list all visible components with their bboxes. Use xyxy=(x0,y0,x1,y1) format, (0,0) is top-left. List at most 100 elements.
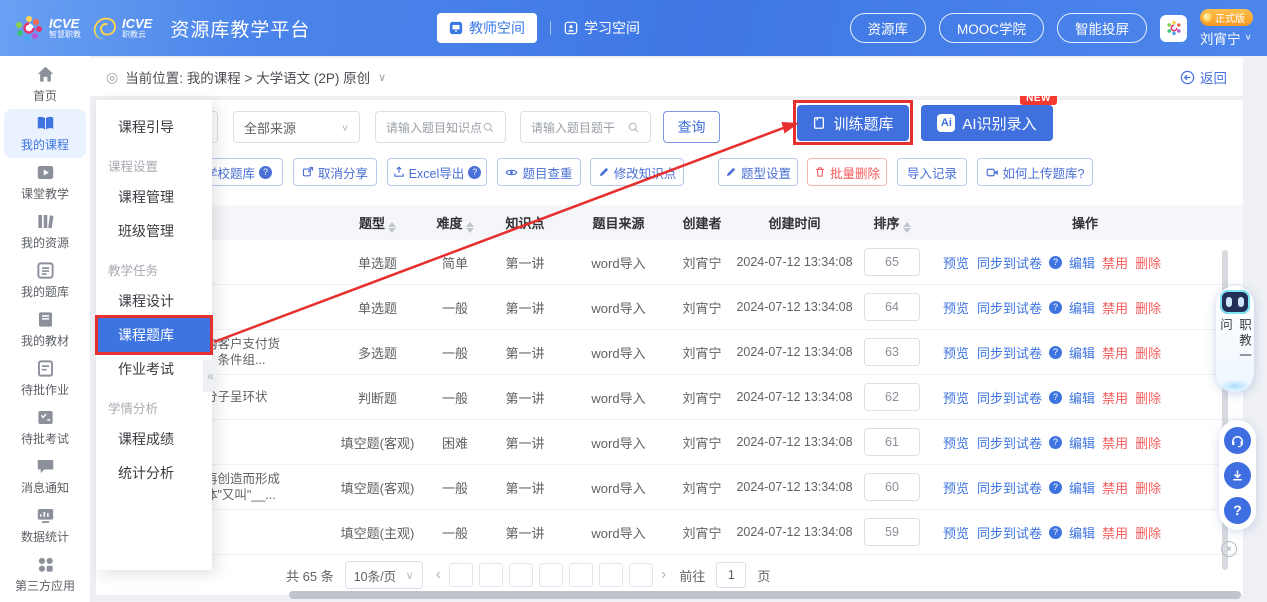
table-row[interactable]: 单选题 简单 第一讲 word导入 刘宵宁 2024-07-12 13:34:0… xyxy=(96,240,1243,285)
table-row[interactable]: 再创造而形成 体"又叫"__... 填空题(客观) 一般 第一讲 word导入 … xyxy=(96,465,1243,510)
sidebar-item-my-courses[interactable]: 我的课程 xyxy=(4,109,86,158)
help-icon[interactable]: ? xyxy=(1049,346,1062,359)
help-icon[interactable]: ? xyxy=(1049,391,1062,404)
delete-link[interactable]: 删除 xyxy=(1135,388,1161,407)
next-page-button[interactable]: › xyxy=(659,566,668,584)
edit-link[interactable]: 编辑 xyxy=(1069,433,1095,452)
sync-to-paper-link[interactable]: 同步到试卷 xyxy=(977,298,1042,317)
page-number[interactable] xyxy=(599,563,623,587)
sync-to-paper-link[interactable]: 同步到试卷 xyxy=(977,388,1042,407)
page-number[interactable] xyxy=(629,563,653,587)
delete-link[interactable]: 删除 xyxy=(1135,298,1161,317)
sidebar-item-my-question-bank[interactable]: 我的题库 xyxy=(4,256,86,305)
sort-caret-icon[interactable] xyxy=(466,222,474,233)
train-bank-button[interactable]: 训练题库 xyxy=(797,105,909,141)
help-icon[interactable]: ? xyxy=(1049,481,1062,494)
disable-link[interactable]: 禁用 xyxy=(1102,253,1128,272)
sidebar-item-notifications[interactable]: 消息通知 xyxy=(4,452,86,501)
preview-link[interactable]: 预览 xyxy=(943,433,969,452)
cancel-share-button[interactable]: 取消分享 xyxy=(293,158,377,186)
order-input[interactable]: 61 xyxy=(864,428,920,456)
table-row[interactable]: 填空题(主观) 一般 第一讲 word导入 刘宵宁 2024-07-12 13:… xyxy=(96,510,1243,555)
breadcrumb-path[interactable]: 我的课程 > 大学语文 (2P) 原创 xyxy=(187,67,370,87)
page-number[interactable] xyxy=(509,563,533,587)
delete-link[interactable]: 删除 xyxy=(1135,523,1161,542)
edit-knowledge-button[interactable]: 修改知识点 xyxy=(590,158,684,186)
chevron-down-icon[interactable]: ∨ xyxy=(378,71,386,84)
customer-service-button[interactable] xyxy=(1224,427,1251,454)
sidebar-item-pending-exams[interactable]: 待批考试 xyxy=(4,403,86,452)
help-icon[interactable]: ? xyxy=(1049,526,1062,539)
user-menu[interactable]: 刘宵宁 ∨ xyxy=(1200,28,1252,48)
menu-item-statistical-analysis[interactable]: 统计分析 xyxy=(96,456,212,490)
close-icon[interactable]: × xyxy=(1221,541,1237,557)
sidebar-item-classroom[interactable]: 课堂教学 xyxy=(4,158,86,207)
order-input[interactable]: 59 xyxy=(864,518,920,546)
resource-lib-button[interactable]: 资源库 xyxy=(850,13,927,43)
column-header-type[interactable]: 题型 xyxy=(330,213,425,233)
help-button[interactable]: ? xyxy=(1224,497,1251,524)
source-select[interactable]: 全部来源 ∨ xyxy=(233,111,360,143)
menu-item-course-grades[interactable]: 课程成绩 xyxy=(96,422,212,456)
ai-recognize-button[interactable]: Ai AI识别录入 NEW xyxy=(921,105,1053,141)
order-input[interactable]: 64 xyxy=(864,293,920,321)
disable-link[interactable]: 禁用 xyxy=(1102,343,1128,362)
page-size-select[interactable]: 10条/页 ∨ xyxy=(345,561,423,589)
delete-link[interactable]: 删除 xyxy=(1135,478,1161,497)
stem-search-input[interactable]: 请输入题目题干 xyxy=(520,111,651,143)
edit-link[interactable]: 编辑 xyxy=(1069,298,1095,317)
delete-link[interactable]: 删除 xyxy=(1135,433,1161,452)
preview-link[interactable]: 预览 xyxy=(943,343,969,362)
import-history-button[interactable]: 导入记录 xyxy=(897,158,967,186)
table-row[interactable]: 单选题 一般 第一讲 word导入 刘宵宁 2024-07-12 13:34:0… xyxy=(96,285,1243,330)
horizontal-scrollbar[interactable] xyxy=(289,591,1241,599)
delete-link[interactable]: 删除 xyxy=(1135,343,1161,362)
sync-to-paper-link[interactable]: 同步到试卷 xyxy=(977,253,1042,272)
duplicate-check-button[interactable]: 题目查重 xyxy=(497,158,581,186)
table-row[interactable]: 购客户支付货 …条件组... 多选题 一般 第一讲 word导入 刘宵宁 202… xyxy=(96,330,1243,375)
menu-collapse-handle[interactable]: « xyxy=(203,360,218,392)
menu-item-course-guide[interactable]: 课程引导 xyxy=(96,110,212,144)
download-button[interactable] xyxy=(1224,462,1251,489)
edit-link[interactable]: 编辑 xyxy=(1069,523,1095,542)
help-icon[interactable]: ? xyxy=(1049,436,1062,449)
order-input[interactable]: 63 xyxy=(864,338,920,366)
question-type-settings-button[interactable]: 题型设置 xyxy=(718,158,798,186)
sync-to-paper-link[interactable]: 同步到试卷 xyxy=(977,343,1042,362)
delete-link[interactable]: 删除 xyxy=(1135,253,1161,272)
disable-link[interactable]: 禁用 xyxy=(1102,523,1128,542)
menu-item-course-design[interactable]: 课程设计 xyxy=(96,284,212,318)
query-button[interactable]: 查询 xyxy=(663,111,720,143)
sidebar-item-my-resources[interactable]: 我的资源 xyxy=(4,207,86,256)
menu-item-course-question-bank[interactable]: 课程题库 xyxy=(96,318,212,352)
prev-page-button[interactable]: ‹ xyxy=(434,566,443,584)
assistant-widget[interactable]: 职教一问 xyxy=(1216,286,1254,392)
knowledge-search-input[interactable]: 请输入题目知识点 xyxy=(375,111,506,143)
help-icon[interactable]: ? xyxy=(259,166,272,179)
help-icon[interactable]: ? xyxy=(1049,301,1062,314)
batch-delete-button[interactable]: 批量删除 xyxy=(807,158,887,186)
menu-item-course-management[interactable]: 课程管理 xyxy=(96,180,212,214)
page-number[interactable] xyxy=(539,563,563,587)
goto-page-input[interactable] xyxy=(716,562,746,588)
smart-cast-button[interactable]: 智能投屏 xyxy=(1057,13,1147,43)
help-icon[interactable]: ? xyxy=(1049,256,1062,269)
disable-link[interactable]: 禁用 xyxy=(1102,388,1128,407)
edit-link[interactable]: 编辑 xyxy=(1069,253,1095,272)
column-header-order[interactable]: 排序 xyxy=(857,213,927,233)
edit-link[interactable]: 编辑 xyxy=(1069,478,1095,497)
page-number[interactable] xyxy=(479,563,503,587)
disable-link[interactable]: 禁用 xyxy=(1102,478,1128,497)
sync-to-paper-link[interactable]: 同步到试卷 xyxy=(977,478,1042,497)
tab-student-space[interactable]: 学习空间 xyxy=(564,18,640,38)
order-input[interactable]: 62 xyxy=(864,383,920,411)
sidebar-item-home[interactable]: 首页 xyxy=(4,60,86,109)
preview-link[interactable]: 预览 xyxy=(943,253,969,272)
page-number[interactable] xyxy=(569,563,593,587)
preview-link[interactable]: 预览 xyxy=(943,523,969,542)
disable-link[interactable]: 禁用 xyxy=(1102,298,1128,317)
sidebar-item-my-textbooks[interactable]: 我的教材 xyxy=(4,305,86,354)
preview-link[interactable]: 预览 xyxy=(943,478,969,497)
app-launcher-icon[interactable] xyxy=(1160,15,1187,42)
disable-link[interactable]: 禁用 xyxy=(1102,433,1128,452)
